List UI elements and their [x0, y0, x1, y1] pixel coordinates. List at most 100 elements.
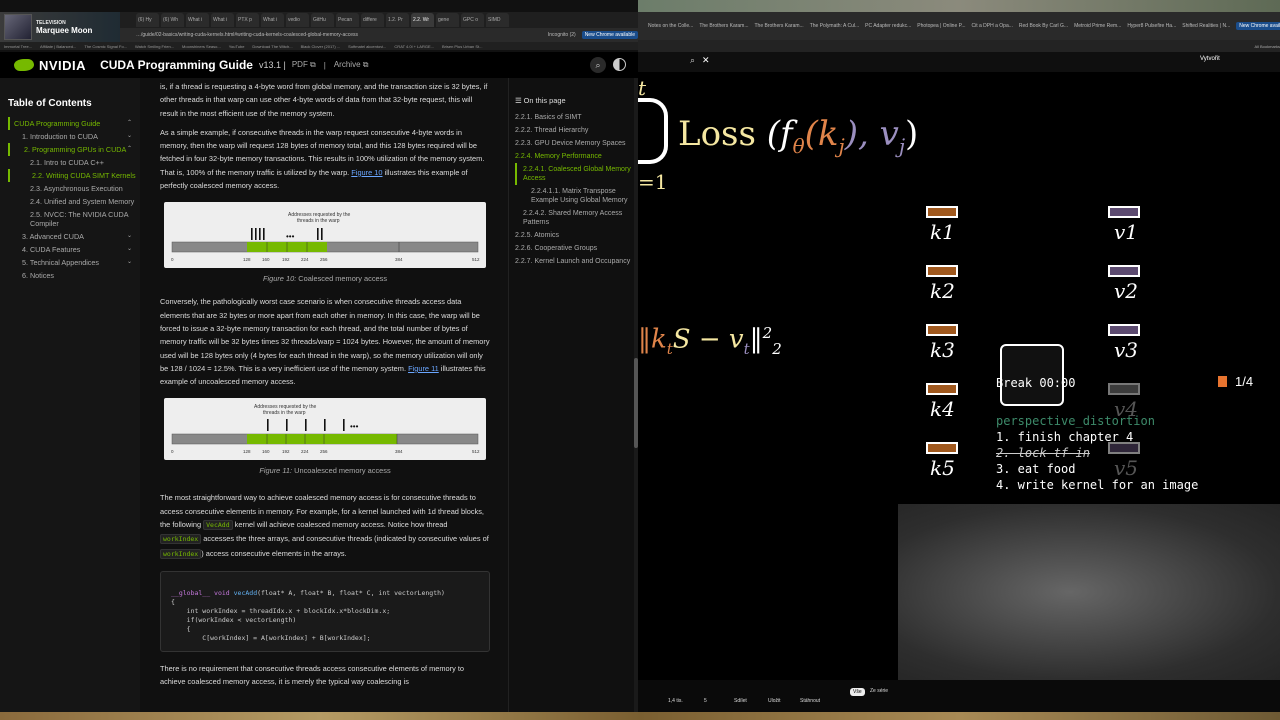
loss-word: Loss [678, 114, 756, 154]
on-this-page-item[interactable]: 2.2.2. Thread Hierarchy [515, 124, 632, 137]
bookmark-item[interactable]: Shifted Realities | N... [1182, 23, 1230, 29]
figure-10-link[interactable]: Figure 10 [351, 168, 382, 177]
chrome-update-button[interactable]: New Chrome available [581, 31, 638, 39]
browser-tab[interactable]: What i [211, 13, 234, 27]
incognito-label[interactable]: Incognito (2) [548, 32, 576, 38]
on-this-page-item[interactable]: 2.2.3. GPU Device Memory Spaces [515, 137, 632, 150]
toc-item[interactable]: 2.1. Intro to CUDA C++ [8, 156, 140, 169]
chevron-up-icon[interactable]: ⌃ [127, 145, 132, 154]
brand-name[interactable]: NVIDIA [39, 58, 86, 73]
url-text[interactable]: …/guide/02-basics/writing-cuda-kernels.h… [136, 32, 358, 38]
toc-item[interactable]: 6. Notices [8, 269, 140, 282]
browser-tab[interactable]: Pecan [336, 13, 359, 27]
toc-item[interactable]: 1. Introduction to CUDA ⌄ [8, 130, 140, 143]
bookmark-item[interactable]: The Brothers Karam... [699, 23, 748, 29]
on-this-page-item[interactable]: 2.2.4.2. Shared Memory Access Patterns [515, 207, 632, 229]
browser-tab[interactable]: PTX p [236, 13, 259, 27]
like-button[interactable]: 1,4 tis. [668, 698, 683, 704]
filter-series-chip[interactable]: Ze série [870, 688, 888, 694]
bookmark-item[interactable]: Softmatel akcentovi... [348, 44, 386, 49]
bookmark-item[interactable]: Affiliate | Balanced... [40, 44, 76, 49]
figure-11-caption: Figure 11: Uncoalesced memory access [160, 466, 490, 475]
toc-item[interactable]: CUDA Programming Guide ⌃ [8, 117, 140, 130]
browser-tab[interactable]: What i [186, 13, 209, 27]
addr-label: threads in the warp [297, 218, 340, 224]
pdf-link[interactable]: PDF ⧉ [292, 60, 316, 70]
toc-item[interactable]: 5. Technical Appendices ⌄ [8, 256, 140, 269]
browser-tab[interactable]: What i [261, 13, 284, 27]
chevron-down-icon[interactable]: ⌄ [127, 132, 132, 141]
toc-item[interactable]: 2. Programming GPUs in CUDA ⌃ [8, 143, 140, 156]
chevron-down-icon[interactable]: ⌄ [127, 232, 132, 241]
figure-11-link[interactable]: Figure 11 [408, 364, 439, 373]
create-button[interactable]: Vytvořit [1200, 56, 1220, 62]
bookmark-item[interactable]: Photopea | Online P... [917, 23, 965, 29]
bookmark-item[interactable]: The Brothers Karam... [755, 23, 804, 29]
on-this-page-item[interactable]: 2.2.4.1. Coalesced Global Memory Access [515, 163, 632, 185]
toc-item[interactable]: 2.5. NVCC: The NVIDIA CUDA Compiler [8, 208, 140, 230]
chevron-down-icon[interactable]: ⌄ [127, 258, 132, 267]
download-button[interactable]: Stáhnout [800, 698, 820, 704]
search-icon[interactable]: ⌕ [590, 57, 606, 73]
archive-link[interactable]: Archive ⧉ [334, 60, 369, 70]
browser-tab[interactable]: 1.2. Pr [386, 13, 409, 27]
browser-tab[interactable]: vedio [286, 13, 309, 27]
bookmark-item[interactable]: Black Clover (2017) ... [301, 44, 341, 49]
bookmark-item[interactable]: CRAT 4.0l + LARGE... [394, 44, 434, 49]
toc-item[interactable]: 2.3. Asynchronous Execution [8, 182, 140, 195]
toc-item[interactable]: 3. Advanced CUDA ⌄ [8, 230, 140, 243]
browser-tab[interactable]: (6) Wh [161, 13, 184, 27]
bookmark-item[interactable]: PC Adapter redukc... [865, 23, 911, 29]
theme-toggle-icon[interactable] [613, 58, 626, 71]
on-this-page-item[interactable]: 2.2.5. Atomics [515, 229, 632, 242]
bookmark-item[interactable]: The Cosmic Signal Fo... [84, 44, 127, 49]
bookmark-item[interactable]: Metroid Prime Rem... [1074, 23, 1121, 29]
bookmark-item[interactable]: The Polymath: A Cul... [810, 23, 859, 29]
bookmark-item[interactable]: Download The Witch... [252, 44, 292, 49]
search-icon[interactable]: ⌕ [690, 55, 695, 66]
toc-item[interactable]: 2.2. Writing CUDA SIMT Kernels [8, 169, 140, 182]
all-bookmarks-button[interactable]: All Bookmarks [1254, 44, 1280, 49]
toc-item[interactable]: 4. CUDA Features ⌄ [8, 243, 140, 256]
media-widget[interactable]: TELEVISION Marquee Moon [0, 12, 120, 42]
on-this-page-item[interactable]: 2.2.1. Basics of SIMT [515, 111, 632, 124]
bookmark-item[interactable]: Cit a DPH a Opa... [971, 23, 1012, 29]
browser-tab[interactable]: 2.2. Wr [411, 13, 434, 27]
browser-tab[interactable]: (6) Hy [136, 13, 159, 27]
on-this-page-item[interactable]: 2.2.7. Kernel Launch and Occupancy [515, 255, 632, 268]
browser-tab[interactable]: gene [436, 13, 459, 27]
browser-tab[interactable]: SIMD [486, 13, 509, 27]
bookmark-item[interactable]: Hyper8 Pulsefire Ha... [1127, 23, 1176, 29]
on-this-page-item[interactable]: 2.2.4. Memory Performance [515, 150, 632, 163]
on-this-page-item[interactable]: 2.2.6. Cooperative Groups [515, 242, 632, 255]
save-button[interactable]: Uložit [768, 698, 781, 704]
chrome-update-button[interactable]: New Chrome available [1236, 22, 1280, 30]
chevron-down-icon[interactable]: ⌄ [127, 245, 132, 254]
toc-item-label: 3. Advanced CUDA [22, 232, 84, 241]
browser-tab[interactable]: GitHu [311, 13, 334, 27]
bookmark-item[interactable]: Red Book By Carl G... [1019, 23, 1068, 29]
nvidia-logo-icon[interactable] [14, 59, 34, 71]
code-block[interactable]: __global__ void vecAdd(float* A, float* … [160, 570, 490, 652]
browser-tab[interactable]: differe [361, 13, 384, 27]
bookmark-item[interactable]: Notes on the Colle... [648, 23, 693, 29]
paragraph-text: kernel will achieve coalesced memory acc… [232, 520, 448, 530]
marker-dots: ••• [286, 232, 295, 241]
chevron-up-icon[interactable]: ⌃ [127, 119, 132, 128]
toc-item[interactable]: 2.4. Unified and System Memory [8, 195, 140, 208]
dislike-button[interactable]: 5 [704, 698, 707, 704]
filter-all-chip[interactable]: Vše [850, 688, 865, 696]
bookmark-item[interactable]: Brisen Plus Urban St... [442, 44, 482, 49]
bookmark-item[interactable]: Watch Smiling Frien... [135, 44, 174, 49]
on-this-page-item[interactable]: 2.2.4.1.1. Matrix Transpose Example Usin… [515, 185, 632, 207]
guide-title[interactable]: CUDA Programming Guide [100, 58, 253, 72]
close-icon[interactable]: ✕ [702, 55, 710, 66]
bookmark-item[interactable]: Moonshiners Seaso... [182, 44, 221, 49]
video-player[interactable]: t =1 Loss (fθ(kj), vj) ‖ktS − vt‖22 k1 v1… [638, 72, 1280, 680]
share-button[interactable]: Sdílet [734, 698, 747, 704]
paragraph: The most straightforward way to achieve … [160, 491, 490, 560]
bookmark-item[interactable]: YouTube [229, 44, 245, 49]
browser-tab[interactable]: GPC o [461, 13, 484, 27]
bookmark-item[interactable]: Immortal Tree... [4, 44, 32, 49]
tick-label: 256 [320, 449, 328, 454]
